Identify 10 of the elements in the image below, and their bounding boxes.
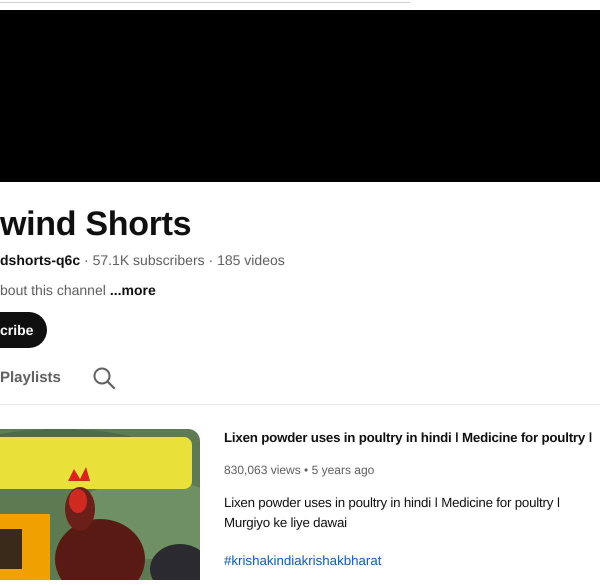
channel-stats: dshorts-q6c · 57.1K subscribers · 185 videos — [0, 252, 285, 268]
more-link[interactable]: ...more — [110, 282, 156, 298]
hashtag-link[interactable]: #krishakindiakrishakbharat — [224, 553, 382, 568]
video-description: Lixen powder uses in poultry in hindi ǀ Medicine for poultry ǀ Murgiyo ke liye dawai — [224, 494, 561, 532]
channel-description: bout this channel — [0, 282, 106, 298]
video-title[interactable]: Lixen powder uses in poultry in hindi ǀ Medicine for poultry ǀ — [224, 429, 600, 447]
tab[interactable]: Playlists — [0, 366, 61, 390]
search-icon[interactable] — [92, 367, 115, 389]
video-stats: 830,063 views • 5 years ago — [224, 463, 374, 477]
subscribe-button[interactable]: cribe — [0, 312, 48, 348]
